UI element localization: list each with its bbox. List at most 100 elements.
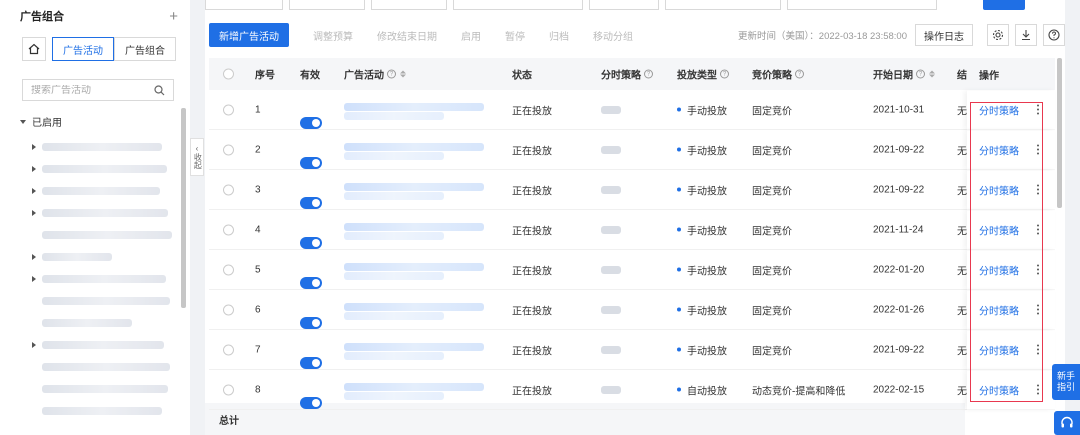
enabled-toggle[interactable] — [300, 357, 322, 369]
table-row[interactable]: 2 正在投放 手动投放 固定竞价 2021-09-22 无 分时策略 — [209, 130, 1055, 170]
dayparting-link[interactable]: 分时策略 — [979, 382, 1019, 397]
more-icon[interactable] — [1037, 264, 1039, 275]
table-row[interactable]: 5 正在投放 手动投放 固定竞价 2022-01-20 无 分时策略 — [209, 250, 1055, 290]
dayparting-link[interactable]: 分时策略 — [979, 102, 1019, 117]
table-row[interactable]: 8 正在投放 自动投放 动态竞价-提高和降低 2022-02-15 无 分时策略 — [209, 370, 1055, 410]
row-checkbox[interactable] — [223, 304, 234, 315]
help-icon[interactable]: ? — [795, 69, 804, 79]
filter-select[interactable] — [205, 0, 283, 10]
table-scrollbar[interactable] — [1057, 58, 1062, 208]
tree-item[interactable] — [32, 378, 172, 400]
campaign-name-link[interactable] — [344, 263, 484, 271]
dayparting-link[interactable]: 分时策略 — [979, 342, 1019, 357]
filter-select[interactable] — [289, 0, 365, 10]
filter-select[interactable] — [453, 0, 583, 10]
edit-end-date-button[interactable]: 修改结束日期 — [377, 28, 437, 43]
row-checkbox[interactable] — [223, 104, 234, 115]
group-enabled[interactable]: 已启用 — [20, 114, 62, 129]
more-icon[interactable] — [1037, 104, 1039, 115]
move-group-button[interactable]: 移动分组 — [593, 28, 633, 43]
dayparting-link[interactable]: 分时策略 — [979, 302, 1019, 317]
help-icon[interactable]: ? — [387, 69, 396, 79]
add-icon[interactable]: + — [169, 9, 178, 24]
home-button[interactable] — [22, 37, 46, 61]
filter-select[interactable] — [371, 0, 447, 10]
new-campaign-button[interactable]: 新增广告活动 — [209, 23, 289, 47]
settings-button[interactable] — [987, 24, 1009, 46]
date-range-picker[interactable] — [787, 0, 937, 10]
help-button[interactable] — [1043, 24, 1065, 46]
campaign-name-link[interactable] — [344, 223, 484, 231]
campaign-name-link[interactable] — [344, 143, 484, 151]
query-button[interactable] — [983, 0, 1025, 10]
enabled-toggle[interactable] — [300, 397, 322, 409]
row-checkbox[interactable] — [223, 344, 234, 355]
tree-item[interactable] — [32, 136, 172, 158]
tree-item[interactable] — [32, 290, 172, 312]
table-row[interactable]: 3 正在投放 手动投放 固定竞价 2021-09-22 无 分时策略 — [209, 170, 1055, 210]
help-icon[interactable]: ? — [644, 69, 653, 79]
tree-item[interactable] — [32, 158, 172, 180]
search-icon[interactable] — [154, 84, 165, 96]
dayparting-link[interactable]: 分时策略 — [979, 262, 1019, 277]
tab-campaigns[interactable]: 广告活动 — [52, 37, 114, 61]
more-icon[interactable] — [1037, 344, 1039, 355]
select-all-checkbox[interactable] — [223, 68, 234, 80]
more-icon[interactable] — [1037, 184, 1039, 195]
sort-icon[interactable] — [400, 70, 406, 78]
dayparting-link[interactable]: 分时策略 — [979, 142, 1019, 157]
pause-button[interactable]: 暂停 — [505, 28, 525, 43]
dayparting-link[interactable]: 分时策略 — [979, 222, 1019, 237]
tree-item[interactable] — [32, 268, 172, 290]
tree-item[interactable] — [32, 400, 172, 422]
row-checkbox[interactable] — [223, 384, 234, 395]
adjust-budget-button[interactable]: 调整预算 — [313, 28, 353, 43]
sidebar-scrollbar[interactable] — [181, 108, 186, 308]
enable-button[interactable]: 启用 — [461, 28, 481, 43]
tree-item[interactable] — [32, 334, 172, 356]
sort-icon[interactable] — [929, 70, 935, 78]
tree-item[interactable] — [32, 312, 172, 334]
more-icon[interactable] — [1037, 144, 1039, 155]
row-checkbox[interactable] — [223, 264, 234, 275]
more-icon[interactable] — [1037, 224, 1039, 235]
guide-button[interactable]: 新手 指引 — [1052, 364, 1080, 400]
enabled-toggle[interactable] — [300, 157, 322, 169]
row-checkbox[interactable] — [223, 224, 234, 235]
campaign-name-link[interactable] — [344, 183, 484, 191]
tree-item[interactable] — [32, 202, 172, 224]
download-button[interactable] — [1015, 24, 1037, 46]
row-checkbox[interactable] — [223, 184, 234, 195]
table-row[interactable]: 7 正在投放 手动投放 固定竞价 2021-09-22 无 分时策略 — [209, 330, 1055, 370]
campaign-name-link[interactable] — [344, 343, 484, 351]
enabled-toggle[interactable] — [300, 317, 322, 329]
enabled-toggle[interactable] — [300, 197, 322, 209]
more-icon[interactable] — [1037, 384, 1039, 395]
enabled-toggle[interactable] — [300, 117, 322, 129]
tab-portfolios[interactable]: 广告组合 — [114, 37, 176, 61]
table-row[interactable]: 4 正在投放 手动投放 固定竞价 2021-11-24 无 分时策略 — [209, 210, 1055, 250]
tree-item[interactable] — [32, 224, 172, 246]
enabled-toggle[interactable] — [300, 277, 322, 289]
collapse-sidebar-button[interactable]: ‹ 收起 — [190, 138, 204, 176]
row-checkbox[interactable] — [223, 144, 234, 155]
tree-item[interactable] — [32, 246, 172, 268]
table-row[interactable]: 6 正在投放 手动投放 固定竞价 2022-01-26 无 分时策略 — [209, 290, 1055, 330]
more-icon[interactable] — [1037, 304, 1039, 315]
help-icon[interactable]: ? — [720, 69, 729, 79]
filter-select[interactable] — [589, 0, 659, 10]
dayparting-link[interactable]: 分时策略 — [979, 182, 1019, 197]
enabled-toggle[interactable] — [300, 237, 322, 249]
campaign-name-link[interactable] — [344, 103, 484, 111]
tree-item[interactable] — [32, 356, 172, 378]
campaign-name-link[interactable] — [344, 303, 484, 311]
support-button[interactable] — [1054, 411, 1080, 435]
help-icon[interactable]: ? — [916, 69, 925, 79]
filter-input[interactable] — [665, 0, 781, 10]
archive-button[interactable]: 归档 — [549, 28, 569, 43]
search-input[interactable] — [31, 84, 141, 96]
operation-log-button[interactable]: 操作日志 — [915, 24, 973, 46]
tree-item[interactable] — [32, 180, 172, 202]
campaign-name-link[interactable] — [344, 383, 484, 391]
table-row[interactable]: 1 正在投放 手动投放 固定竞价 2021-10-31 无 分时策略 — [209, 90, 1055, 130]
